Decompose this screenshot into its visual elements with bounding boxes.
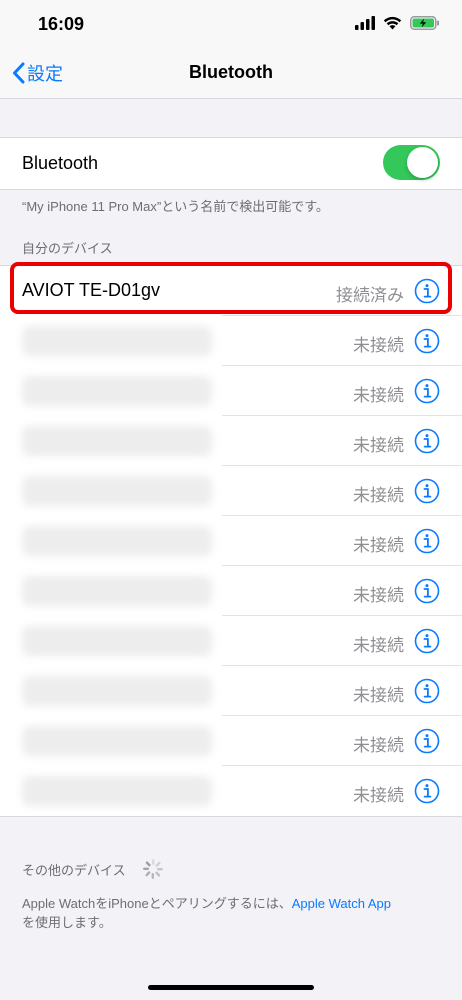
- pairing-note: Apple WatchをiPhoneとペアリングするには、Apple Watch…: [22, 894, 442, 932]
- device-row[interactable]: 未接続: [0, 366, 462, 416]
- blurred-device-name: [22, 526, 212, 556]
- info-icon[interactable]: [414, 378, 440, 404]
- status-bar: 16:09: [0, 0, 462, 48]
- info-icon[interactable]: [414, 728, 440, 754]
- device-row[interactable]: 未接続: [0, 466, 462, 516]
- status-icons: [355, 16, 440, 30]
- blurred-device-name: [22, 576, 212, 606]
- blurred-device-name: [22, 676, 212, 706]
- info-icon[interactable]: [414, 478, 440, 504]
- pairing-note-text: Apple WatchをiPhoneとペアリングするには、: [22, 896, 292, 911]
- blurred-device-name: [22, 726, 212, 756]
- device-status: 未接続: [353, 486, 404, 505]
- device-row[interactable]: 未接続: [0, 416, 462, 466]
- blurred-device-name: [22, 426, 212, 456]
- toggle-knob: [407, 147, 438, 178]
- info-icon[interactable]: [414, 578, 440, 604]
- cellular-signal-icon: [355, 16, 375, 30]
- bluetooth-toggle-switch[interactable]: [383, 145, 440, 180]
- home-indicator: [148, 985, 314, 990]
- blurred-device-name: [22, 326, 212, 356]
- my-devices-header: 自分のデバイス: [22, 241, 113, 256]
- device-row[interactable]: 未接続: [0, 766, 462, 816]
- bluetooth-toggle-label: Bluetooth: [22, 153, 99, 173]
- info-icon[interactable]: [414, 428, 440, 454]
- device-status: 未接続: [353, 636, 404, 655]
- blurred-device-name: [22, 376, 212, 406]
- device-status: 未接続: [353, 386, 404, 405]
- blurred-device-name: [22, 476, 212, 506]
- discoverable-note: “My iPhone 11 Pro Max”という名前で検出可能です。: [22, 199, 329, 214]
- wifi-icon: [383, 16, 402, 30]
- page-title: Bluetooth: [189, 62, 273, 82]
- status-time: 16:09: [38, 14, 85, 34]
- info-icon[interactable]: [414, 628, 440, 654]
- device-status: 未接続: [353, 436, 404, 455]
- device-status: 接続済み: [336, 286, 404, 305]
- blurred-device-name: [22, 626, 212, 656]
- pairing-note-suffix: を使用します。: [22, 915, 112, 930]
- device-row[interactable]: 未接続: [0, 616, 462, 666]
- battery-charging-icon: [410, 16, 439, 30]
- info-icon[interactable]: [414, 678, 440, 704]
- device-status: 未接続: [353, 336, 404, 355]
- info-icon[interactable]: [414, 278, 440, 304]
- device-row[interactable]: 未接続: [0, 516, 462, 566]
- my-devices-list: AVIOT TE-D01gv 接続済み 未接続 未接続 未接続 未接続 未接続 未接続 未接続未…: [0, 265, 462, 817]
- blurred-device-name: [22, 776, 212, 806]
- device-name: AVIOT TE-D01gv: [22, 280, 161, 300]
- navigation-bar: 設定 Bluetooth: [0, 48, 462, 99]
- device-row[interactable]: AVIOT TE-D01gv 接続済み: [0, 266, 462, 316]
- apple-watch-app-link[interactable]: Apple Watch App: [292, 896, 391, 911]
- other-devices-header: その他のデバイス: [22, 863, 126, 878]
- bluetooth-toggle-row: Bluetooth: [0, 137, 462, 190]
- device-row[interactable]: 未接続: [0, 666, 462, 716]
- device-status: 未接続: [353, 736, 404, 755]
- device-status: 未接続: [353, 586, 404, 605]
- device-status: 未接続: [353, 786, 404, 805]
- device-row[interactable]: 未接続: [0, 566, 462, 616]
- info-icon[interactable]: [414, 328, 440, 354]
- device-row[interactable]: 未接続: [0, 316, 462, 366]
- info-icon[interactable]: [414, 778, 440, 804]
- device-row[interactable]: 未接続: [0, 716, 462, 766]
- device-status: 未接続: [353, 536, 404, 555]
- info-icon[interactable]: [414, 528, 440, 554]
- loading-spinner-icon: [143, 859, 163, 879]
- device-status: 未接続: [353, 686, 404, 705]
